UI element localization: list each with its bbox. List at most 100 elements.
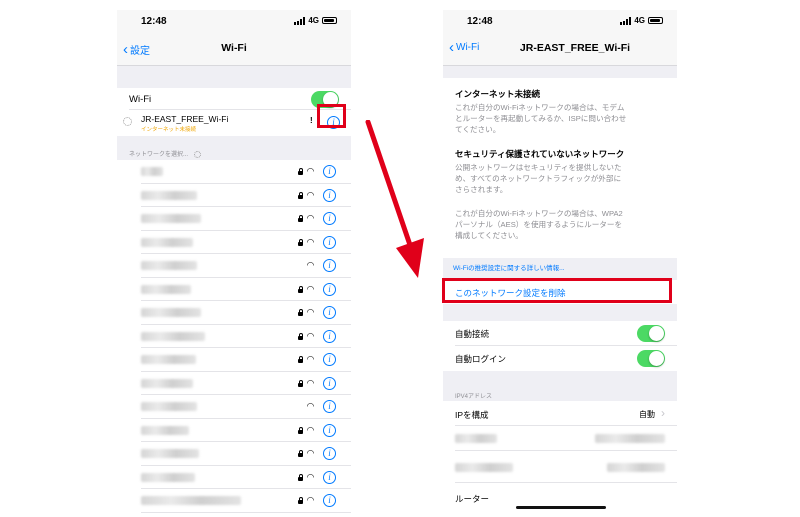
redacted-label (455, 434, 497, 443)
info-icon[interactable]: i (323, 235, 336, 249)
network-row[interactable]: ◠ i (117, 254, 351, 278)
auto-join-label: 自動接続 (455, 329, 490, 339)
chevron-right-icon: › (661, 406, 665, 420)
network-row[interactable]: ◠ i (117, 489, 351, 513)
info-icon[interactable]: i (323, 306, 336, 319)
info-icon[interactable]: i (323, 329, 336, 343)
redacted-value (595, 434, 665, 443)
info-button-highlight (317, 104, 346, 128)
network-row[interactable]: ◠ i (117, 207, 351, 231)
signal-icon (294, 16, 306, 25)
wifi-signal-icon: ◠ (307, 213, 314, 223)
network-row[interactable]: ◠ i (117, 395, 351, 419)
redacted-value (607, 463, 665, 472)
connection-status: インターネット未接続 (141, 127, 197, 133)
auto-login-toggle[interactable] (637, 350, 665, 367)
status-bar: 12:48 4G (117, 10, 351, 32)
network-row[interactable]: ◠ i (117, 466, 351, 489)
lock-icon (298, 426, 303, 434)
lock-icon (298, 168, 303, 175)
lock-icon (298, 191, 303, 199)
network-list: ◠ i ◠ i ◠ i ◠ i ◠ i ◠ i ◠ i ◠ i ◠ i ◠ i ◠ i ◠ i ◠ i ◠ i ◠ i (117, 160, 351, 517)
network-row[interactable]: ◠ i (117, 301, 351, 325)
info-icon[interactable]: i (323, 400, 336, 413)
network-row[interactable]: ◠ i (117, 419, 351, 442)
nav-bar: ‹ Wi-Fi JR-EAST_FREE_Wi-Fi (443, 32, 677, 66)
arrow-shaft (365, 120, 413, 248)
auto-login-label: 自動ログイン (455, 354, 507, 364)
auto-login-row: 自動ログイン (443, 346, 677, 371)
network-row[interactable]: ◠ i (117, 325, 351, 348)
wifi-signal-icon: ◠ (307, 189, 314, 200)
info-icon[interactable]: i (323, 494, 336, 507)
warning-icon: ! (310, 116, 313, 125)
wifi-signal-icon: ◠ (307, 260, 314, 270)
configure-ip-row[interactable]: IPを構成 自動 › (443, 401, 677, 426)
configure-ip-value: 自動 (639, 410, 655, 419)
home-indicator (516, 506, 606, 509)
recommended-settings-link[interactable]: Wi-Fiの推奨設定に関する詳しい情報... (453, 262, 565, 272)
forget-network-highlight (442, 278, 672, 303)
info-icon[interactable]: i (323, 376, 336, 390)
wifi-signal-icon: ◠ (307, 166, 314, 176)
battery-icon (648, 17, 663, 24)
redacted-network-name (141, 284, 191, 294)
router-row: ルーター (443, 483, 677, 508)
network-row[interactable]: ◠ i (117, 231, 351, 254)
lock-icon (298, 497, 303, 504)
connected-network-row[interactable]: JR-EAST_FREE_Wi-Fi インターネット未接続 ! i (117, 110, 351, 136)
auto-join-toggle[interactable] (637, 325, 665, 342)
ip-address-row (443, 426, 677, 451)
info-icon[interactable]: i (323, 212, 336, 225)
redacted-network-name (141, 402, 197, 411)
redacted-network-name (141, 214, 201, 223)
network-row[interactable]: ◠ i (117, 442, 351, 466)
lock-icon (298, 473, 303, 481)
page-title: JR-EAST_FREE_Wi-Fi (519, 42, 631, 54)
signal-icon (620, 16, 632, 25)
network-row[interactable]: ◠ i (117, 372, 351, 395)
redacted-network-name (141, 496, 241, 505)
network-row[interactable]: ◠ i (117, 278, 351, 301)
network-row[interactable]: ◠ i (117, 348, 351, 372)
info-icon[interactable]: i (323, 353, 336, 366)
status-time: 12:48 (467, 16, 493, 27)
network-row[interactable]: ◠ i (117, 184, 351, 207)
info-icon[interactable]: i (323, 188, 336, 202)
network-row[interactable]: ◠ i (117, 160, 351, 184)
page-title: Wi-Fi (221, 42, 247, 54)
redacted-network-name (141, 355, 196, 364)
network-detail-screen: 12:48 4G ‹ Wi-Fi JR-EAST_FREE_Wi-Fi インター… (443, 10, 677, 517)
redacted-network-name (141, 190, 197, 200)
info-icon[interactable]: i (323, 165, 336, 178)
wifi-signal-icon: ◠ (307, 424, 314, 435)
router-label: ルーター (455, 494, 490, 504)
wifi-signal-icon: ◠ (307, 354, 314, 364)
configure-ip-label: IPを構成 (455, 410, 489, 420)
wifi-signal-icon: ◠ (307, 330, 314, 341)
chevron-left-icon: ‹ (449, 38, 454, 56)
redacted-label (455, 463, 513, 472)
info-icon[interactable]: i (323, 423, 336, 437)
loading-spinner-icon (123, 117, 132, 126)
wifi-signal-icon: ◠ (307, 283, 314, 294)
redacted-network-name (141, 472, 195, 482)
wifi-label: Wi-Fi (129, 94, 152, 105)
info-icon[interactable]: i (323, 447, 336, 460)
redacted-network-name (141, 237, 193, 247)
unsecured-network-description: 公開ネットワークはセキュリティを提供しないた め、すべてのネットワークトラフィッ… (455, 163, 622, 194)
wifi-toggle-row: Wi-Fi (117, 88, 351, 110)
info-icon[interactable]: i (323, 470, 336, 484)
lock-icon (298, 379, 303, 387)
lock-icon (298, 356, 303, 363)
redacted-network-name (141, 167, 163, 176)
status-bar: 12:48 4G (443, 10, 677, 32)
network-type: 4G (308, 16, 319, 25)
ipv4-header: IPV4アドレス (455, 394, 493, 400)
no-internet-title: インターネット未接続 (455, 89, 541, 99)
info-icon[interactable]: i (323, 282, 336, 296)
info-icon[interactable]: i (323, 259, 336, 272)
auto-join-row: 自動接続 (443, 321, 677, 346)
wifi-signal-icon: ◠ (307, 448, 314, 458)
wifi-signal-icon: ◠ (307, 377, 314, 388)
